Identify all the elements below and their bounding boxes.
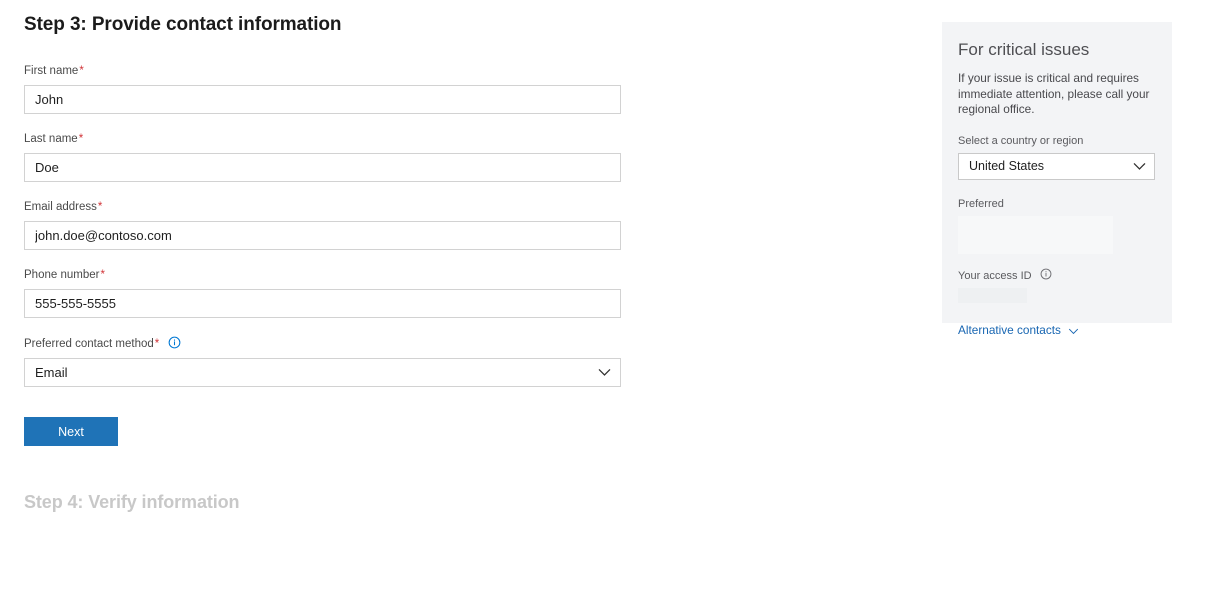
panel-title: For critical issues (958, 40, 1090, 59)
access-id-label: Your access ID (958, 268, 1156, 283)
preferred-contact-placeholder (958, 215, 1113, 254)
panel-description: If your issue is critical and requires i… (958, 71, 1150, 116)
step-4-title: Step 4: Verify information (24, 492, 240, 512)
first-name-label-text: First name (24, 65, 79, 77)
preferred-contact-method-label-text: Preferred contact method (24, 338, 154, 350)
email-address-label: Email address* (24, 200, 624, 215)
info-circle-icon[interactable] (1040, 268, 1053, 281)
preferred-label: Preferred (958, 197, 1004, 210)
last-name-label: Last name* (24, 132, 624, 147)
page-title: Step 3: Provide contact information (24, 14, 342, 35)
alternative-contacts-link[interactable]: Alternative contacts (958, 323, 1079, 338)
required-asterisk: * (79, 65, 84, 77)
last-name-label-text: Last name (24, 133, 78, 145)
access-id-placeholder (958, 287, 1027, 303)
country-select-wrapper: United States (958, 152, 1155, 180)
info-circle-icon[interactable] (168, 336, 181, 349)
phone-number-label: Phone number* (24, 268, 624, 283)
email-address-input[interactable] (24, 221, 621, 250)
field-email-address: Email address* (24, 200, 624, 250)
required-asterisk: * (154, 338, 160, 350)
preferred-contact-method-select-wrapper: Email (24, 358, 621, 387)
phone-number-label-text: Phone number (24, 269, 100, 281)
preferred-contact-method-select[interactable]: Email (24, 358, 621, 387)
contact-information-form: Step 3: Provide contact information Firs… (24, 12, 624, 514)
email-address-label-text: Email address (24, 201, 97, 213)
phone-number-input[interactable] (24, 289, 621, 318)
field-first-name: First name* (24, 64, 624, 114)
form-actions: Next (24, 417, 624, 446)
field-phone-number: Phone number* (24, 268, 624, 318)
country-select-label: Select a country or region (958, 134, 1084, 147)
chevron-down-icon (1068, 324, 1079, 338)
next-button[interactable]: Next (24, 417, 118, 446)
access-id-label-text: Your access ID (958, 269, 1032, 282)
preferred-contact-method-label: Preferred contact method* (24, 336, 624, 352)
required-asterisk: * (100, 269, 105, 281)
field-preferred-contact-method: Preferred contact method* Email (24, 336, 624, 387)
first-name-label: First name* (24, 64, 624, 79)
first-name-input[interactable] (24, 85, 621, 114)
alternative-contacts-label: Alternative contacts (958, 322, 1061, 337)
last-name-input[interactable] (24, 153, 621, 182)
required-asterisk: * (78, 133, 84, 145)
country-select[interactable]: United States (958, 152, 1155, 180)
critical-issues-panel: For critical issues If your issue is cri… (942, 22, 1172, 337)
required-asterisk: * (97, 201, 103, 213)
field-last-name: Last name* (24, 132, 624, 182)
